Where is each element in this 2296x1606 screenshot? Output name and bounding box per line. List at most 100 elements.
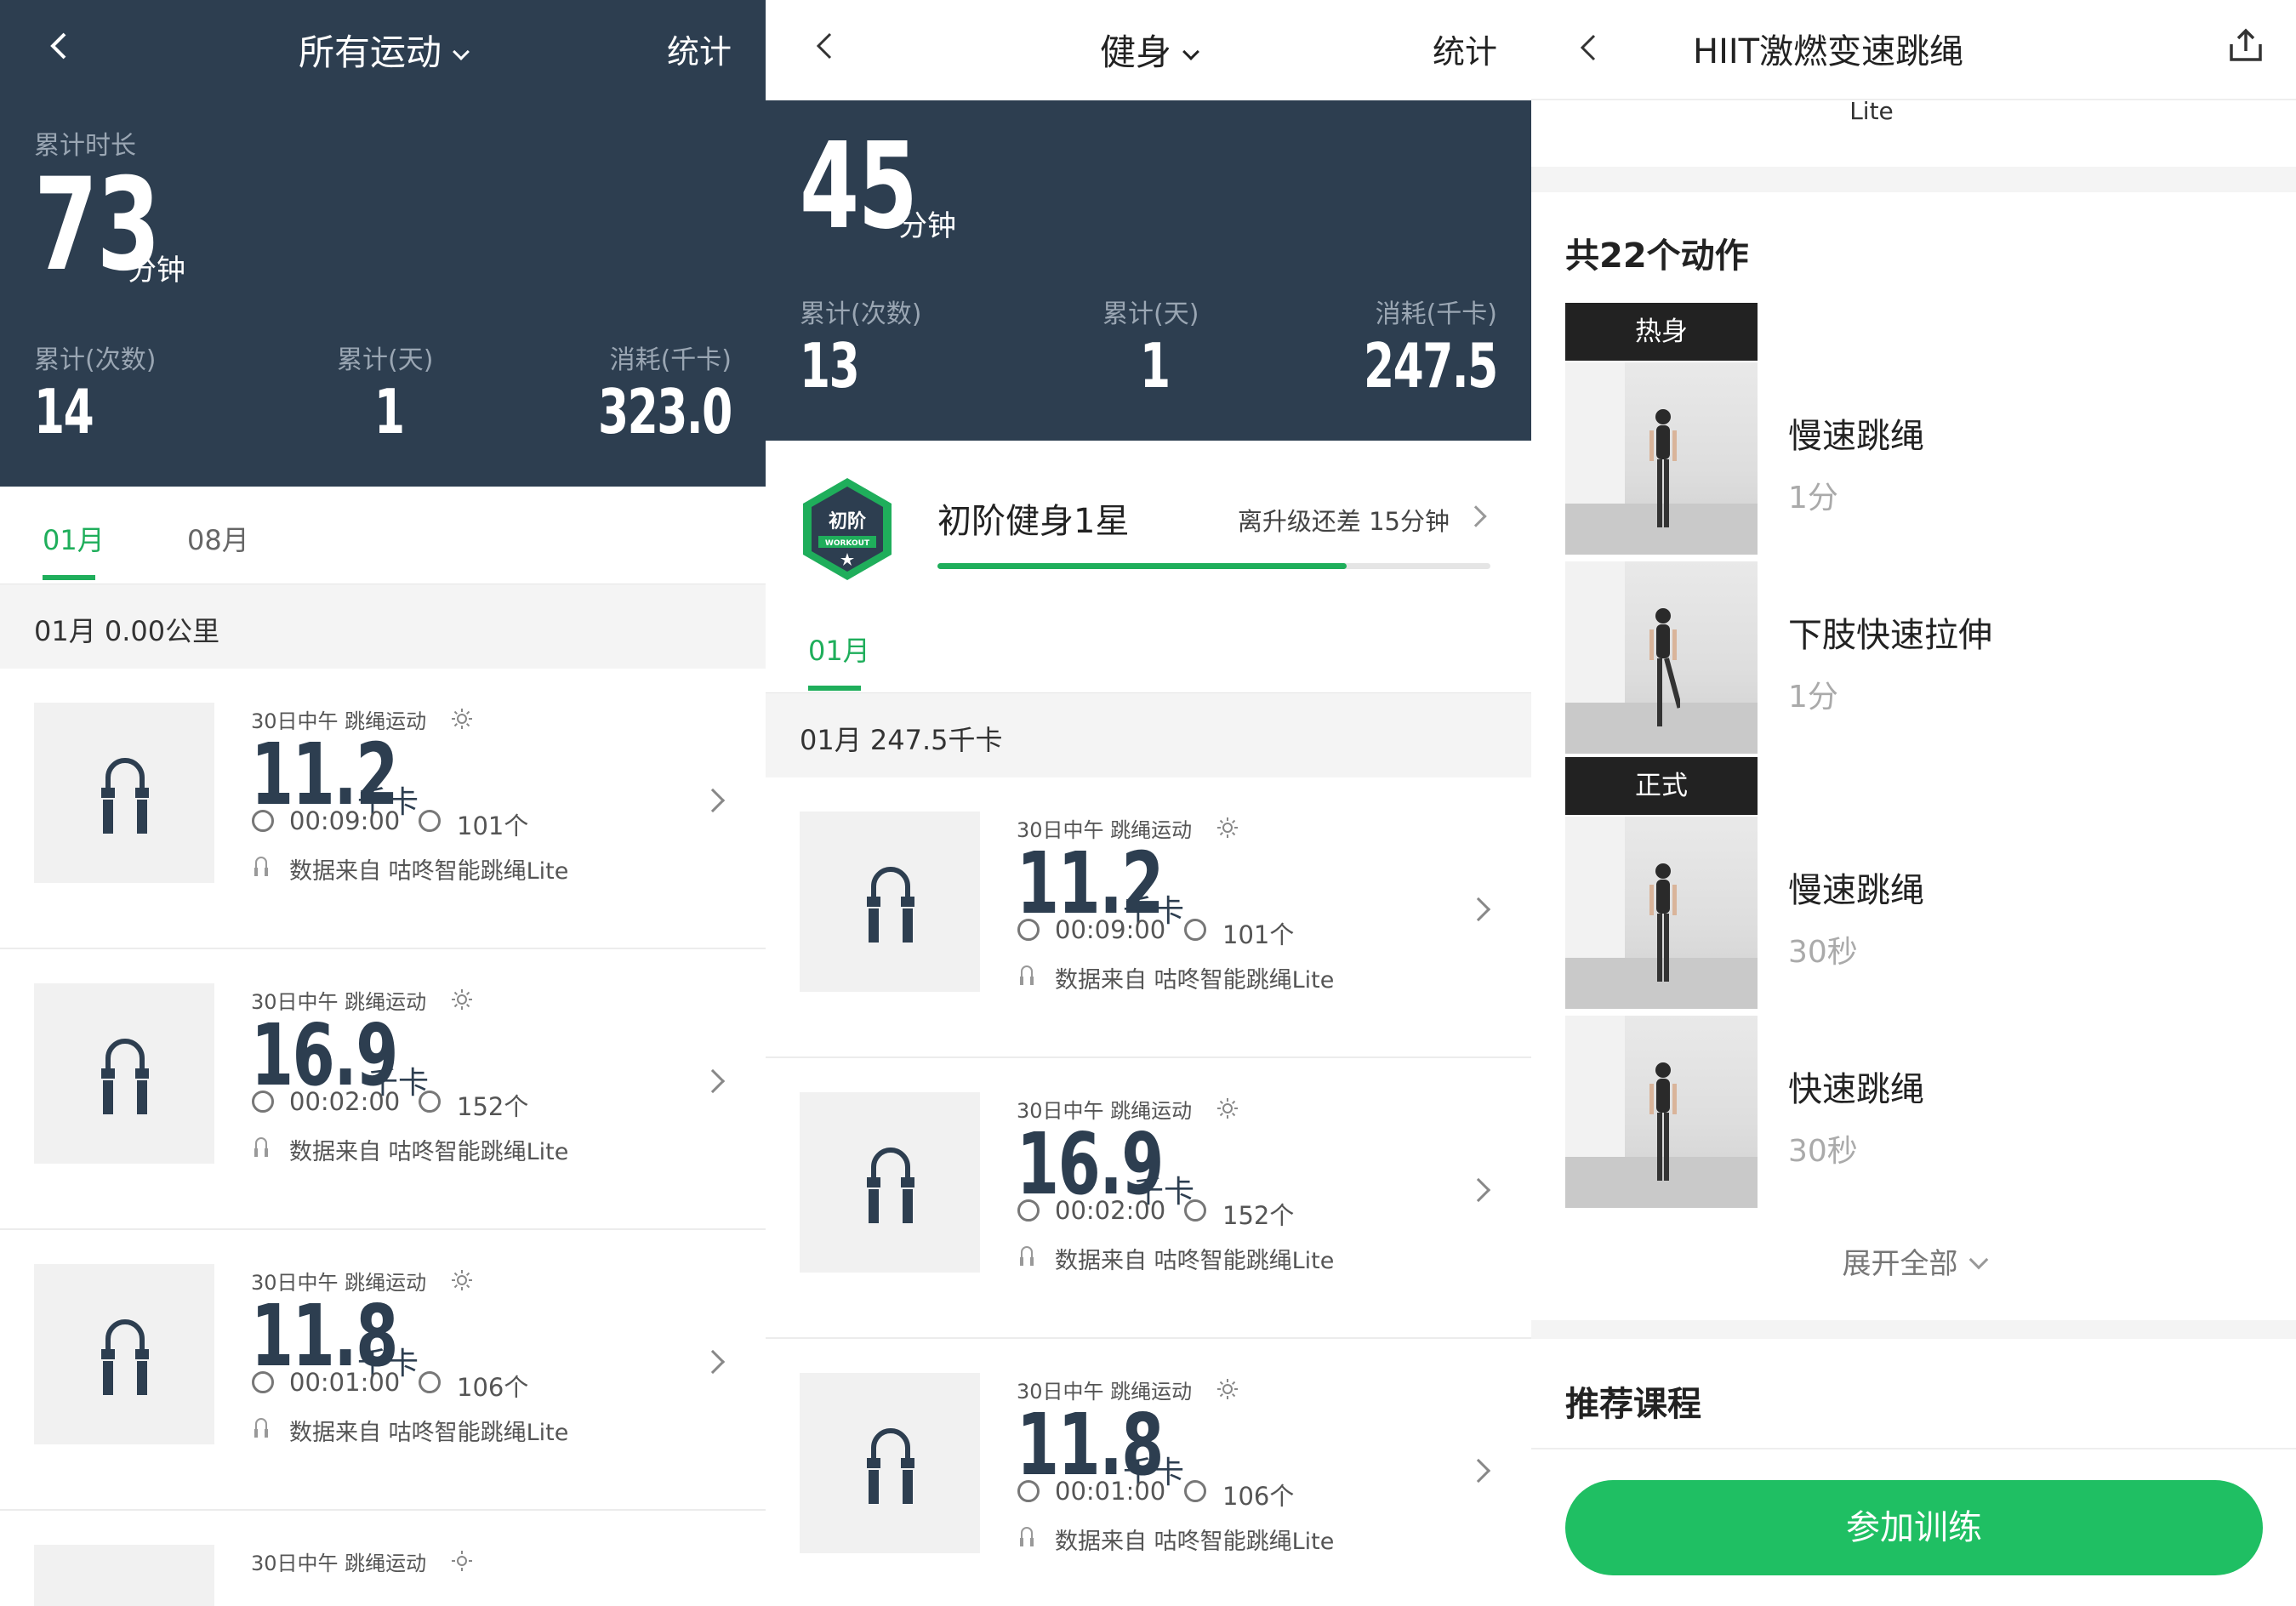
record-source: 数据来自 咕咚智能跳绳Lite	[289, 1139, 569, 1165]
duration-unit: 分钟	[128, 253, 185, 288]
expand-all-label: 展开全部	[1842, 1247, 1958, 1281]
all-sports-panel: 所有运动 统计 累计时长 73 分钟 累计(次数) 累计(天) 消耗(千卡) 1…	[0, 0, 766, 1606]
chevron-right-icon	[700, 788, 726, 813]
exercise-duration: 1分	[1788, 680, 1838, 715]
record-card[interactable]: 30日中午 跳绳运动 11.2 千卡 00:09:00 101个 数据来自 咕咚…	[766, 777, 1531, 1058]
record-card[interactable]: 30日中午 跳绳运动 16.9 千卡 00:02:00 152个 数据来自 咕咚…	[0, 949, 766, 1230]
jump-rope-icon	[867, 1428, 914, 1504]
days-label: 累计(天)	[1102, 299, 1199, 329]
record-time: 00:01:00	[1055, 1477, 1166, 1506]
count-label: 累计(次数)	[800, 299, 922, 329]
athlete-figure-icon	[1649, 608, 1680, 726]
chevron-down-icon	[453, 43, 470, 60]
level-progress-text: 离升级还差 15分钟	[1237, 507, 1450, 536]
clock-icon	[1017, 919, 1040, 941]
fitness-panel: 健身 统计 45 分钟 累计(次数) 累计(天) 消耗(千卡) 13 1 247…	[766, 0, 1531, 1606]
record-count: 106个	[457, 1373, 529, 1402]
record-time: 00:09:00	[289, 806, 401, 835]
count-value: 14	[34, 376, 94, 447]
page-title: 所有运动	[298, 31, 442, 73]
tab-01[interactable]: 01月	[43, 519, 105, 558]
record-source: 数据来自 咕咚智能跳绳Lite	[1055, 1529, 1335, 1555]
kcal-value: 323.0	[598, 376, 732, 447]
level-progress-bar	[937, 563, 1490, 569]
divider	[1531, 1448, 2296, 1449]
jump-rope-icon	[867, 867, 914, 943]
jump-rope-icon	[867, 1148, 914, 1223]
count-icon	[1184, 1480, 1206, 1502]
expand-all-button[interactable]: 展开全部	[1531, 1240, 2296, 1282]
exercise-image[interactable]	[1565, 1016, 1758, 1208]
jump-rope-thumbnail	[800, 812, 980, 992]
record-count: 106个	[1222, 1482, 1295, 1511]
jump-rope-icon	[101, 1319, 149, 1395]
sun-icon	[1217, 817, 1238, 838]
days-label: 累计(天)	[337, 345, 434, 375]
jump-rope-small-icon	[1020, 1246, 1034, 1266]
share-icon[interactable]	[2226, 26, 2265, 65]
jump-rope-thumbnail	[800, 1092, 980, 1273]
record-card[interactable]: 30日中午 跳绳运动	[0, 1511, 766, 1606]
summary-header: 所有运动 统计 累计时长 73 分钟 累计(次数) 累计(天) 消耗(千卡) 1…	[0, 0, 766, 487]
record-card[interactable]: 30日中午 跳绳运动 11.2 千卡 00:09:00 101个 数据来自 咕咚…	[0, 669, 766, 949]
chevron-right-icon	[700, 1349, 726, 1375]
clock-icon	[1017, 1480, 1040, 1502]
exercise-name: 慢速跳绳	[1788, 871, 1924, 910]
record-count: 152个	[1222, 1201, 1295, 1230]
record-count: 101个	[457, 812, 529, 840]
tab-01[interactable]: 01月	[808, 629, 870, 669]
chevron-down-icon	[1968, 1250, 1988, 1270]
course-detail-panel: HIIT激燃变速跳绳 Lite 共22个动作 热身 慢速跳绳 1分 下肢快速拉伸…	[1531, 0, 2296, 1606]
back-icon[interactable]	[1572, 31, 1606, 65]
jump-rope-thumbnail	[34, 1264, 214, 1444]
jump-rope-thumbnail	[34, 983, 214, 1164]
section-divider	[1531, 167, 2296, 192]
record-card[interactable]: 30日中午 跳绳运动 11.8 千卡 00:01:00 106个 数据来自 咕咚…	[766, 1339, 1531, 1606]
jump-rope-icon	[101, 758, 149, 834]
level-progress-fill	[937, 563, 1347, 569]
count-icon	[419, 810, 441, 832]
chevron-right-icon[interactable]	[1465, 505, 1487, 527]
jump-rope-thumbnail	[800, 1373, 980, 1553]
exercise-name: 慢速跳绳	[1788, 417, 1924, 456]
jump-rope-small-icon	[1020, 965, 1034, 985]
page-title: 健身	[1099, 31, 1171, 73]
record-source: 数据来自 咕咚智能跳绳Lite	[289, 1420, 569, 1446]
sun-icon	[452, 1551, 472, 1571]
stats-button[interactable]: 统计	[667, 26, 732, 72]
sun-icon	[1217, 1098, 1238, 1119]
sport-type-dropdown[interactable]: 所有运动	[0, 24, 766, 76]
exercise-name: 快速跳绳	[1788, 1070, 1924, 1109]
sun-icon	[452, 1270, 472, 1290]
tab-underline	[43, 575, 95, 580]
summary-header: 健身 统计 45 分钟 累计(次数) 累计(天) 消耗(千卡) 13 1 247…	[766, 0, 1531, 441]
duration-unit: 分钟	[898, 209, 956, 243]
record-card[interactable]: 30日中午 跳绳运动 11.8 千卡 00:01:00 106个 数据来自 咕咚…	[0, 1230, 766, 1511]
exercise-duration: 30秒	[1788, 935, 1858, 970]
tab-08[interactable]: 08月	[187, 519, 249, 558]
jump-rope-small-icon	[1020, 1527, 1034, 1546]
sport-type-dropdown[interactable]: 健身	[766, 24, 1531, 76]
level-name: 初阶健身1星	[937, 502, 1130, 541]
navbar: HIIT激燃变速跳绳	[1531, 0, 2296, 100]
stats-button[interactable]: 统计	[1433, 26, 1497, 72]
chevron-right-icon	[1466, 897, 1491, 922]
exercise-image[interactable]	[1565, 561, 1758, 754]
recommend-title: 推荐课程	[1565, 1385, 1701, 1424]
sun-icon	[1217, 1379, 1238, 1399]
tab-underline	[808, 686, 861, 691]
device-label: Lite	[1849, 97, 1894, 125]
navbar: 健身 统计	[766, 0, 1531, 100]
record-card[interactable]: 30日中午 跳绳运动 16.9 千卡 00:02:00 152个 数据来自 咕咚…	[766, 1058, 1531, 1339]
join-training-button[interactable]: 参加训练	[1565, 1480, 2263, 1575]
month-summary: 01月 0.00公里	[34, 615, 220, 647]
record-time: 00:01:00	[289, 1368, 401, 1397]
exercise-name: 下肢快速拉伸	[1788, 616, 1992, 655]
exercise-image[interactable]	[1565, 362, 1758, 555]
section-label-warmup: 热身	[1565, 303, 1758, 361]
jump-rope-small-icon	[254, 1418, 268, 1438]
record-source: 数据来自 咕咚智能跳绳Lite	[289, 858, 569, 885]
record-count: 101个	[1222, 920, 1295, 949]
jump-rope-thumbnail	[34, 703, 214, 883]
exercise-image[interactable]	[1565, 817, 1758, 1009]
